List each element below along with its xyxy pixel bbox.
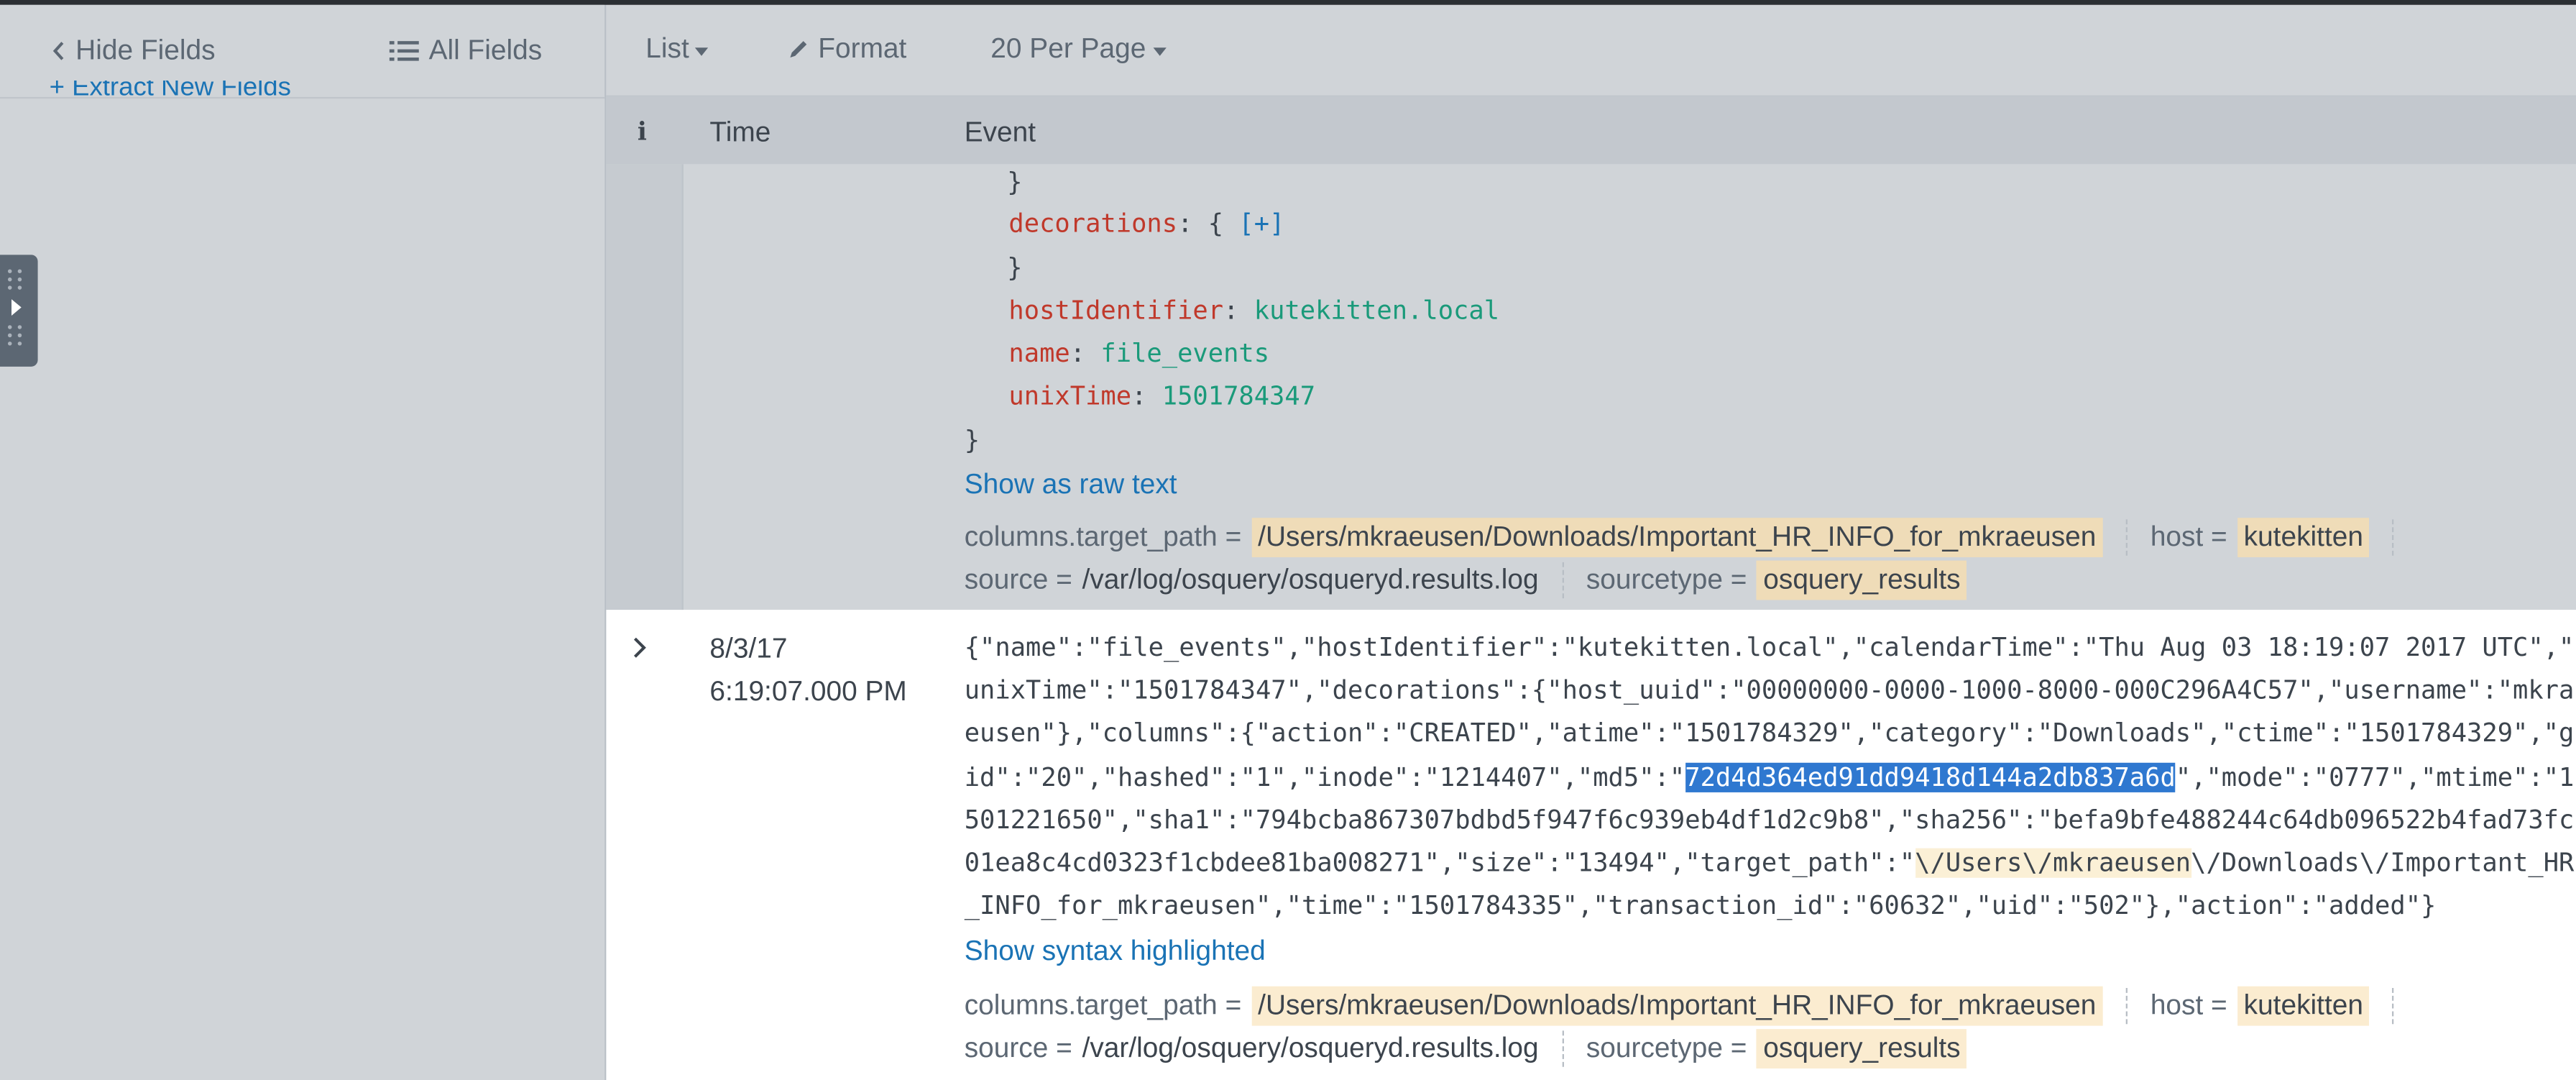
json-key: unixTime xyxy=(1008,381,1132,411)
events-table-header: i Time Event xyxy=(606,96,2576,165)
json-line-name: name: file_events xyxy=(1008,338,1270,369)
event-fields-line-2: source = /var/log/osquery/osqueryd.resul… xyxy=(965,559,1967,601)
json-value[interactable]: file_events xyxy=(1100,339,1269,368)
event-fields-line-2: source = /var/log/osquery/osqueryd.resul… xyxy=(965,1028,1967,1070)
json-brace: } xyxy=(964,426,980,456)
field-separator xyxy=(2393,987,2395,1025)
raw-line: _INFO_for_mkraeusen","time":"1501784335"… xyxy=(964,891,2437,921)
field-value-sourcetype[interactable]: osquery_results xyxy=(1757,1029,1967,1069)
grip-play-icon xyxy=(7,269,22,346)
json-key: hostIdentifier xyxy=(1008,296,1224,326)
table-row: 8/3/17 6:19:07.000 PM {"name":"file_even… xyxy=(606,610,2576,1080)
raw-event-text[interactable]: {"name":"file_events","hostIdentifier":"… xyxy=(964,626,2575,928)
raw-line: unixTime":"1501784347","decorations":{"h… xyxy=(964,676,2575,706)
highlighted-term: \/Users\/mkraeusen xyxy=(1915,848,2191,878)
pencil-icon xyxy=(790,41,807,58)
field-separator xyxy=(1561,1030,1563,1067)
raw-line: 501221650","sha1":"794bcba867307bdbd5f94… xyxy=(964,805,2575,835)
time-column-header[interactable]: Time xyxy=(709,116,770,150)
chevron-left-icon xyxy=(52,42,64,60)
show-syntax-highlighted-link[interactable]: Show syntax highlighted xyxy=(965,935,1266,969)
field-value-target-path[interactable]: /Users/mkraeusen/Downloads/Important_HR_… xyxy=(1251,518,2103,558)
event-column-header: Event xyxy=(964,116,1036,148)
json-value[interactable]: kutekitten.local xyxy=(1254,296,1499,326)
format-label: Format xyxy=(818,32,907,65)
field-value-source[interactable]: /var/log/osquery/osqueryd.results.log xyxy=(1082,1033,1539,1066)
list-view-label: List xyxy=(645,32,689,65)
json-brace: } xyxy=(1007,168,1023,198)
all-fields-button[interactable]: All Fields xyxy=(389,33,543,69)
field-label-sourcetype: sourcetype = xyxy=(1586,1032,1747,1064)
field-value-target-path[interactable]: /Users/mkraeusen/Downloads/Important_HR_… xyxy=(1251,986,2103,1026)
field-label-target-path: columns.target_path = xyxy=(964,989,1242,1021)
field-value-sourcetype[interactable]: osquery_results xyxy=(1757,560,1967,600)
json-brace: } xyxy=(1007,253,1023,283)
selected-md5-text[interactable]: 72d4d364ed91dd9418d144a2db837a6d xyxy=(1685,761,2176,792)
field-value-source[interactable]: /var/log/osquery/osqueryd.results.log xyxy=(1082,564,1539,597)
fields-sidebar: Hide Fields All Fields + Extract New Fie… xyxy=(0,4,605,1080)
json-value[interactable]: 1501784347 xyxy=(1162,381,1315,411)
caret-down-icon xyxy=(1152,47,1166,55)
per-page-label: 20 Per Page xyxy=(990,32,1146,65)
list-icon xyxy=(389,41,419,61)
json-key: decorations xyxy=(1008,209,1178,239)
hide-fields-button[interactable]: Hide Fields xyxy=(52,33,216,69)
row-left-column xyxy=(606,610,681,1080)
field-label-host: host = xyxy=(2150,521,2227,553)
info-column-header[interactable]: i xyxy=(638,116,647,146)
event-date: 8/3/17 xyxy=(709,633,788,664)
json-line-hostidentifier: hostIdentifier: kutekitten.local xyxy=(1008,296,1500,326)
json-line-decorations: decorations: { [+] xyxy=(1008,209,1285,239)
events-pane: List Format 20 Per Page i Time Event } d… xyxy=(604,4,2576,1080)
list-view-dropdown[interactable]: List xyxy=(645,31,709,67)
expand-row-icon[interactable] xyxy=(632,633,648,667)
field-separator xyxy=(2393,519,2395,556)
field-value-host[interactable]: kutekitten xyxy=(2237,986,2370,1026)
show-raw-text-link[interactable]: Show as raw text xyxy=(965,469,1177,502)
raw-line: id":"20","hashed":"1","inode":"1214407",… xyxy=(964,761,2575,792)
field-separator xyxy=(2125,987,2128,1025)
sidebar-drag-handle[interactable] xyxy=(0,255,38,367)
event-fields-line-1: columns.target_path = /Users/mkraeusen/D… xyxy=(965,516,2418,559)
field-separator xyxy=(2125,519,2128,556)
format-button[interactable]: Format xyxy=(787,31,906,67)
raw-line: 01ea8c4cd0323f1cbdee81ba008271","size":"… xyxy=(964,848,2575,878)
hide-fields-label: Hide Fields xyxy=(75,35,216,66)
json-key: name xyxy=(1008,338,1070,369)
field-label-sourcetype: sourcetype = xyxy=(1586,564,1747,595)
field-value-host[interactable]: kutekitten xyxy=(2237,518,2370,558)
row-left-column xyxy=(606,164,684,610)
raw-line: eusen"},"columns":{"action":"CREATED","a… xyxy=(964,718,2575,749)
event-time: 6:19:07.000 PM xyxy=(709,675,907,708)
table-row-expanded: } decorations: { [+] } hostIdentifier: k… xyxy=(606,164,2576,610)
all-fields-label: All Fields xyxy=(428,35,543,66)
raw-line: {"name":"file_events","hostIdentifier":"… xyxy=(964,633,2575,663)
window-top-border xyxy=(0,0,2576,5)
field-label-source: source = xyxy=(964,564,1072,595)
field-separator xyxy=(1561,562,1563,599)
field-label-host: host = xyxy=(2150,989,2227,1021)
json-line-unixtime: unixTime: 1501784347 xyxy=(1008,381,1316,411)
event-fields-line-1: columns.target_path = /Users/mkraeusen/D… xyxy=(965,984,2418,1027)
events-toolbar: List Format 20 Per Page xyxy=(606,4,2576,97)
field-label-target-path: columns.target_path = xyxy=(964,521,1242,553)
extract-new-fields-link[interactable]: + Extract New Fields xyxy=(50,81,291,100)
per-page-dropdown[interactable]: 20 Per Page xyxy=(990,31,1166,67)
field-label-source: source = xyxy=(964,1032,1072,1064)
caret-down-icon xyxy=(695,47,709,55)
json-collapsed-value[interactable]: { [+] xyxy=(1208,209,1285,238)
